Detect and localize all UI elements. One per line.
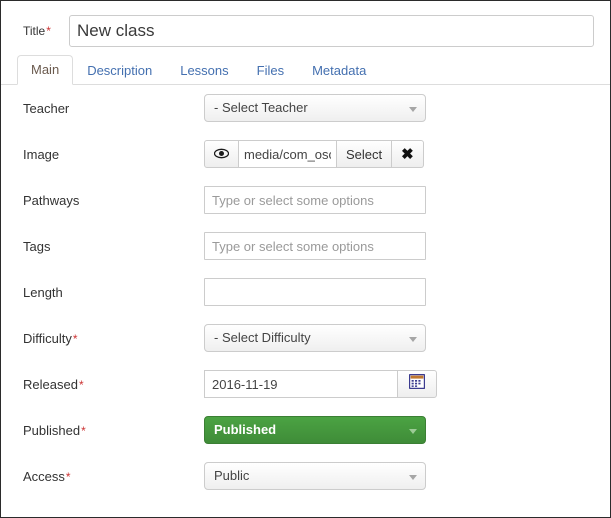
field-row-teacher: Teacher - Select Teacher xyxy=(1,85,610,131)
field-row-released: Released* xyxy=(1,361,610,407)
title-input[interactable] xyxy=(69,15,594,47)
chevron-down-icon xyxy=(409,107,417,112)
tags-label: Tags xyxy=(1,239,204,254)
pathways-label: Pathways xyxy=(1,193,204,208)
pathways-label-text: Pathways xyxy=(23,192,80,208)
pathways-input[interactable] xyxy=(204,186,426,214)
length-label-text: Length xyxy=(23,284,63,300)
tab-description[interactable]: Description xyxy=(73,56,166,85)
image-select-button-label: Select xyxy=(346,146,383,162)
teacher-label: Teacher xyxy=(1,101,204,116)
image-label-text: Image xyxy=(23,146,60,162)
chevron-down-icon xyxy=(409,429,417,434)
difficulty-label: Difficulty* xyxy=(1,331,204,346)
access-label: Access* xyxy=(1,469,204,484)
teacher-required-asterisk xyxy=(69,102,70,116)
tab-metadata[interactable]: Metadata xyxy=(298,56,380,85)
published-label-text: Published xyxy=(23,422,81,438)
image-field: Select ✖ xyxy=(204,140,424,168)
tags-input[interactable] xyxy=(204,232,426,260)
close-icon: ✖ xyxy=(401,145,414,163)
published-field: Published xyxy=(204,416,426,444)
chevron-down-icon xyxy=(409,475,417,480)
field-row-published: Published* Published xyxy=(1,407,610,453)
calendar-icon xyxy=(408,373,426,394)
difficulty-select[interactable]: - Select Difficulty xyxy=(204,324,426,352)
tags-required-asterisk xyxy=(50,240,51,254)
tab-lessons[interactable]: Lessons xyxy=(166,56,242,85)
access-select-value: Public xyxy=(214,468,250,483)
published-select[interactable]: Published xyxy=(204,416,426,444)
published-required-asterisk: * xyxy=(81,423,86,438)
image-input-group: Select ✖ xyxy=(204,140,424,168)
access-required-asterisk: * xyxy=(65,469,71,484)
teacher-select[interactable]: - Select Teacher xyxy=(204,94,426,122)
field-row-length: Length xyxy=(1,269,610,315)
class-edit-form-page: Title* Main Description Lessons Files Me… xyxy=(0,0,611,518)
main-tab-panel: Teacher - Select Teacher Image media/com… xyxy=(1,85,610,499)
field-row-tags: Tags xyxy=(1,223,610,269)
tab-main[interactable]: Main xyxy=(17,55,74,85)
difficulty-required-asterisk: * xyxy=(72,331,78,346)
length-field xyxy=(204,278,426,306)
pathways-required-asterisk xyxy=(79,194,80,208)
title-label-text: Title xyxy=(23,24,46,38)
title-required-asterisk: * xyxy=(46,24,51,38)
pathways-field xyxy=(204,186,426,214)
image-path-input[interactable] xyxy=(239,140,337,168)
released-required-asterisk: * xyxy=(78,377,84,392)
tab-files[interactable]: Files xyxy=(243,56,298,85)
tags-field xyxy=(204,232,426,260)
field-row-difficulty: Difficulty* - Select Difficulty xyxy=(1,315,610,361)
access-field: Public xyxy=(204,462,426,490)
image-preview-button[interactable] xyxy=(204,140,239,168)
image-select-button[interactable]: Select xyxy=(337,140,393,168)
title-row: Title* xyxy=(1,15,610,47)
title-label: Title* xyxy=(23,24,69,38)
length-input[interactable] xyxy=(204,278,426,306)
field-row-access: Access* Public xyxy=(1,453,610,499)
published-select-value: Published xyxy=(214,422,277,437)
difficulty-field: - Select Difficulty xyxy=(204,324,426,352)
released-input-group xyxy=(204,370,437,398)
image-label: Image xyxy=(1,147,204,162)
image-required-asterisk xyxy=(59,148,60,162)
access-select[interactable]: Public xyxy=(204,462,426,490)
released-date-input[interactable] xyxy=(204,370,397,398)
tags-label-text: Tags xyxy=(23,238,51,254)
field-row-pathways: Pathways xyxy=(1,177,610,223)
chevron-down-icon xyxy=(409,337,417,342)
tab-bar: Main Description Lessons Files Metadata xyxy=(1,55,610,85)
released-field xyxy=(204,370,437,398)
released-label-text: Released xyxy=(23,376,78,392)
teacher-field: - Select Teacher xyxy=(204,94,426,122)
released-calendar-button[interactable] xyxy=(397,370,437,398)
published-label: Published* xyxy=(1,423,204,438)
image-clear-button[interactable]: ✖ xyxy=(392,140,424,168)
released-label: Released* xyxy=(1,377,204,392)
teacher-select-value: - Select Teacher xyxy=(214,100,308,115)
difficulty-label-text: Difficulty xyxy=(23,330,72,346)
teacher-label-text: Teacher xyxy=(23,100,70,116)
access-label-text: Access xyxy=(23,468,65,484)
difficulty-select-value: - Select Difficulty xyxy=(214,330,311,345)
eye-icon xyxy=(213,147,230,162)
field-row-image: Image Select xyxy=(1,131,610,177)
length-required-asterisk xyxy=(63,286,64,300)
length-label: Length xyxy=(1,285,204,300)
